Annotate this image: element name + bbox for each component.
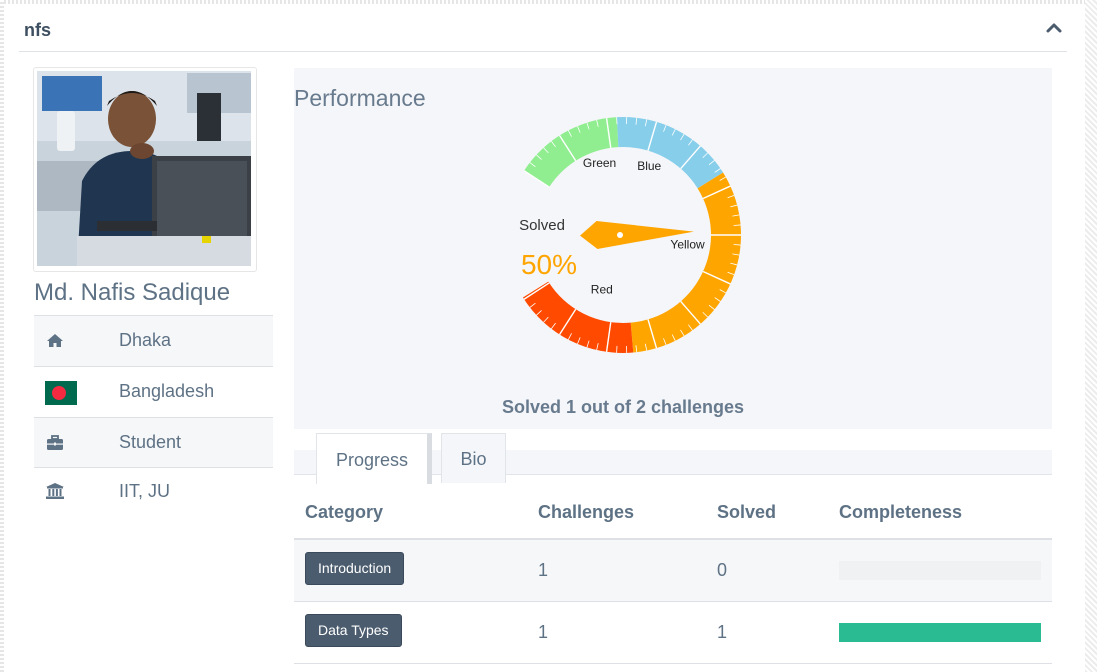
- briefcase-icon: [47, 435, 63, 450]
- solved-summary: Solved 1 out of 2 challenges: [501, 397, 745, 417]
- solved-count: 0: [717, 560, 728, 580]
- frame-border-top: [0, 0, 1097, 4]
- tab-progress-label: Progress: [335, 450, 409, 470]
- institution-icon: [46, 483, 64, 499]
- challenges-count: 1: [538, 560, 549, 580]
- info-row-country: Bangladesh: [34, 366, 273, 417]
- avatar-photo: [37, 71, 251, 266]
- gauge-label-red: Red: [591, 282, 613, 296]
- gauge-label-blue: Blue: [637, 159, 661, 173]
- table-row: Introduction 1 0: [294, 540, 1052, 602]
- header-category: Category: [305, 502, 384, 522]
- chevron-up-icon: [1046, 23, 1062, 33]
- info-row-occupation: Student: [34, 417, 273, 467]
- info-row-city: Dhaka: [34, 315, 273, 366]
- category-button-introduction[interactable]: Introduction: [305, 552, 405, 585]
- challenges-count: 1: [538, 622, 549, 642]
- completeness-bar: [839, 623, 1041, 642]
- header-solved: Solved: [717, 502, 777, 522]
- gauge-label-yellow: Yellow: [670, 238, 705, 252]
- tab-bio[interactable]: Bio: [441, 433, 506, 483]
- gauge-needle-hub: [617, 232, 623, 238]
- gauge-label-green: Green: [583, 156, 616, 170]
- frame-border-left: [0, 0, 4, 672]
- solved-gauge: Green Blue Yellow Red Solved 50%: [519, 117, 741, 353]
- solved-count: 1: [717, 622, 728, 642]
- gauge-band-yellow: [630, 172, 741, 353]
- profile-info-list: Dhaka Bangladesh Student IIT, JU: [34, 315, 273, 518]
- tab-progress[interactable]: Progress: [316, 433, 432, 484]
- info-country: Bangladesh: [119, 381, 215, 401]
- performance-title: Performance: [294, 85, 426, 111]
- completeness-bar-fill: [839, 623, 1041, 642]
- table-row: Data Types 1 1: [294, 602, 1052, 664]
- gauge-band-green: [524, 117, 619, 188]
- category-button-data-types[interactable]: Data Types: [305, 614, 402, 647]
- home-icon: [47, 334, 63, 347]
- panel-header: nfs: [19, 8, 1067, 52]
- completeness-bar: [839, 561, 1041, 580]
- info-institution: IIT, JU: [119, 481, 171, 501]
- progress-table: Category Challenges Solved Completeness …: [294, 486, 1052, 664]
- gauge-value: 50%: [521, 249, 577, 280]
- info-city: Dhaka: [119, 330, 172, 350]
- collapse-button[interactable]: [1045, 19, 1063, 37]
- panel-title: nfs: [24, 20, 51, 40]
- bangladesh-flag-icon: [45, 381, 77, 405]
- header-completeness: Completeness: [839, 502, 963, 522]
- info-occupation: Student: [119, 432, 182, 452]
- gauge-band-blue: [616, 117, 724, 189]
- avatar: [33, 67, 257, 272]
- user-name: Md. Nafis Sadique: [34, 279, 231, 306]
- info-row-institution: IIT, JU: [34, 467, 273, 518]
- table-header-row: Category Challenges Solved Completeness: [294, 486, 1052, 540]
- gauge-caption: Solved: [519, 217, 565, 234]
- tab-bio-label: Bio: [460, 449, 487, 469]
- frame-border-right: [1085, 0, 1097, 672]
- header-challenges: Challenges: [538, 502, 635, 522]
- performance-panel: Performance Green Blue Yellow Red Solved 50% …: [294, 68, 1052, 429]
